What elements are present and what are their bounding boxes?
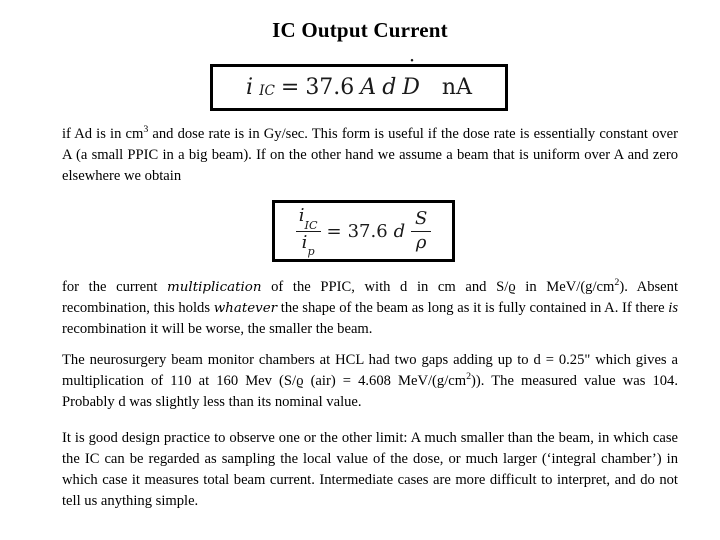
slide-canvas: IC Output Current iIC = 37.6 A d D nA iI… bbox=[0, 0, 720, 540]
eq2-stopping-power-ratio: S ρ bbox=[411, 208, 432, 253]
para2-emphasis-is: is bbox=[668, 300, 678, 316]
eq2-current-ratio: iIC ip bbox=[295, 205, 321, 259]
equation-box-output-current: i IC = 37.6 A d D nA bbox=[210, 64, 508, 111]
body-paragraph-3: The neurosurgery beam monitor chambers a… bbox=[62, 350, 678, 413]
eq2-frac-denominator: ρ bbox=[415, 231, 427, 253]
eq1-lhs-subscript: IC bbox=[259, 83, 275, 100]
para4-seg1: It is good design practice to observe on… bbox=[62, 430, 678, 509]
eq1-var-a: A bbox=[360, 75, 377, 100]
eq1-coefficient: 37.6 bbox=[305, 75, 355, 100]
equation-box-multiplication: iIC ip = 37.6 d S ρ bbox=[272, 200, 455, 262]
eq2-var-d: d bbox=[393, 220, 406, 242]
body-paragraph-2: for the current multiplication of the PP… bbox=[62, 277, 678, 340]
eq2-denominator: ip bbox=[301, 231, 315, 259]
para2-seg1: for the current bbox=[62, 279, 168, 295]
eq1-relation: = bbox=[280, 75, 300, 100]
equation-1-content: i IC = 37.6 A d D nA bbox=[243, 75, 475, 100]
eq1-var-dose-rate: D bbox=[402, 75, 420, 100]
para2-seg2: of the PPIC, with d in cm and S/ϱ in MeV… bbox=[261, 279, 615, 295]
eq1-units: nA bbox=[441, 75, 472, 100]
body-paragraph-4: It is good design practice to observe on… bbox=[62, 428, 678, 512]
para2-emphasis-whatever: whatever bbox=[213, 301, 278, 316]
page-title: IC Output Current bbox=[272, 18, 448, 42]
eq2-relation: = bbox=[326, 220, 342, 242]
eq1-var-d: d bbox=[382, 75, 397, 100]
eq2-frac-numerator: S bbox=[415, 208, 428, 230]
para2-emphasis-multiplication: multiplication bbox=[167, 280, 262, 295]
eq1-lhs-symbol: i bbox=[246, 75, 254, 100]
eq2-coefficient: 37.6 bbox=[347, 220, 388, 242]
equation-2-content: iIC ip = 37.6 d S ρ bbox=[293, 205, 434, 259]
body-paragraph-1: if Ad is in cm3 and dose rate is in Gy/s… bbox=[62, 124, 678, 187]
para2-seg4: the shape of the beam as long as it is f… bbox=[277, 300, 669, 316]
para1-seg1: if Ad is in cm bbox=[62, 126, 144, 142]
para2-seg5: recombination it will be worse, the smal… bbox=[62, 321, 373, 337]
eq2-numerator: iIC bbox=[298, 205, 318, 233]
para1-seg2: and dose rate is in Gy/sec. This form is… bbox=[62, 126, 679, 184]
